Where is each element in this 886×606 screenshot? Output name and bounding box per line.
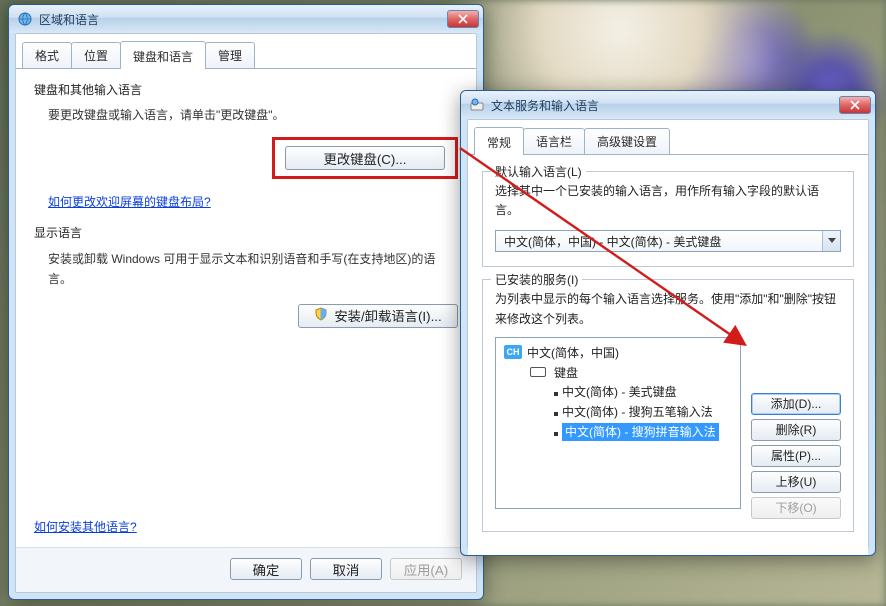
tree-item-label: 中文(简体) - 美式键盘 (562, 385, 677, 399)
keyboards-description: 要更改键盘或输入语言，请单击"更改键盘"。 (48, 106, 458, 123)
tree-item-label: 中文(简体) - 搜狗五笔输入法 (562, 405, 713, 419)
titlebar[interactable]: 区域和语言 (9, 5, 483, 33)
install-languages-label: 安装/卸载语言(I)... (334, 306, 441, 325)
tree-lang-label: 中文(简体，中国) (527, 344, 619, 361)
globe-icon (17, 11, 33, 27)
tree-keyboard-node[interactable]: 键盘 (500, 364, 736, 381)
tree-keyboard-label: 键盘 (554, 364, 578, 381)
properties-button[interactable]: 属性(P)... (751, 445, 841, 467)
cancel-button[interactable]: 取消 (310, 558, 382, 580)
input-services-tree[interactable]: CH 中文(简体，中国) 键盘 中文(简体) - 美式键盘 中文(简体) - 搜… (495, 337, 741, 509)
move-up-button[interactable]: 上移(U) (751, 471, 841, 493)
display-lang-group-title: 显示语言 (34, 224, 458, 241)
tab-admin[interactable]: 管理 (205, 42, 255, 68)
install-more-languages-link[interactable]: 如何安装其他语言? (34, 520, 137, 534)
keyboards-group-title: 键盘和其他输入语言 (34, 81, 458, 98)
move-down-button[interactable]: 下移(O) (751, 497, 841, 519)
add-button[interactable]: 添加(D)... (751, 393, 841, 415)
region-language-window: 区域和语言 格式 位置 键盘和语言 管理 键盘和其他输入语言 要更改键盘或输入语… (8, 4, 484, 600)
display-lang-description: 安装或卸载 Windows 可用于显示文本和识别语音和手写(在支持地区)的语言。 (48, 249, 458, 290)
tab-advanced-keys[interactable]: 高级键设置 (584, 128, 670, 154)
close-button[interactable] (447, 10, 479, 28)
keyboard-globe-icon (469, 97, 485, 113)
installed-services-desc: 为列表中显示的每个输入语言选择服务。使用"添加"和"删除"按钮来修改这个列表。 (495, 290, 841, 328)
combo-text: 中文(简体，中国) - 中文(简体) - 美式键盘 (496, 233, 822, 250)
installed-services-legend: 已安装的服务(I) (491, 271, 582, 288)
service-action-buttons: 添加(D)... 删除(R) 属性(P)... 上移(U) 下移(O) (751, 337, 841, 519)
install-languages-button[interactable]: 安装/卸载语言(I)... (298, 304, 458, 328)
titlebar[interactable]: 文本服务和输入语言 (461, 91, 875, 119)
text-services-window: 文本服务和输入语言 常规 语言栏 高级键设置 默认输入语言(L) 选择其中一个已… (460, 90, 876, 556)
default-input-fieldset: 默认输入语言(L) 选择其中一个已安装的输入语言，用作所有输入字段的默认语言。 … (482, 171, 854, 267)
tree-item[interactable]: 中文(简体) - 美式键盘 (500, 383, 736, 401)
default-input-desc: 选择其中一个已安装的输入语言，用作所有输入字段的默认语言。 (495, 182, 841, 220)
tree-item-label: 中文(简体) - 搜狗拼音输入法 (562, 423, 719, 441)
welcome-screen-layout-link[interactable]: 如何更改欢迎屏幕的键盘布局? (48, 195, 211, 209)
installed-services-fieldset: 已安装的服务(I) 为列表中显示的每个输入语言选择服务。使用"添加"和"删除"按… (482, 279, 854, 531)
window-title: 文本服务和输入语言 (491, 97, 833, 114)
close-button[interactable] (839, 96, 871, 114)
keyboard-icon (530, 367, 546, 377)
default-language-combobox[interactable]: 中文(简体，中国) - 中文(简体) - 美式键盘 (495, 230, 841, 252)
window-title: 区域和语言 (39, 11, 441, 28)
remove-button[interactable]: 删除(R) (751, 419, 841, 441)
highlight-annotation: 更改键盘(C)... (272, 137, 458, 179)
apply-button[interactable]: 应用(A) (390, 558, 462, 580)
tab-language-bar[interactable]: 语言栏 (523, 128, 585, 154)
lang-badge-icon: CH (504, 345, 522, 359)
default-input-legend: 默认输入语言(L) (491, 163, 586, 180)
change-keyboard-button[interactable]: 更改键盘(C)... (285, 146, 445, 170)
tab-keyboard-lang[interactable]: 键盘和语言 (120, 41, 206, 69)
tree-lang-node[interactable]: CH 中文(简体，中国) (500, 344, 736, 361)
tabs-row: 常规 语言栏 高级键设置 (468, 120, 868, 154)
tree-item[interactable]: 中文(简体) - 搜狗五笔输入法 (500, 403, 736, 421)
dialog-buttons: 确定 取消 应用(A) (16, 547, 476, 592)
tree-item-selected[interactable]: 中文(简体) - 搜狗拼音输入法 (500, 423, 736, 441)
ok-button[interactable]: 确定 (230, 558, 302, 580)
tab-location[interactable]: 位置 (71, 42, 121, 68)
tab-general[interactable]: 常规 (474, 127, 524, 155)
shield-icon (314, 307, 328, 324)
tab-format[interactable]: 格式 (22, 42, 72, 68)
chevron-down-icon (822, 231, 840, 251)
tabs-row: 格式 位置 键盘和语言 管理 (16, 34, 476, 68)
